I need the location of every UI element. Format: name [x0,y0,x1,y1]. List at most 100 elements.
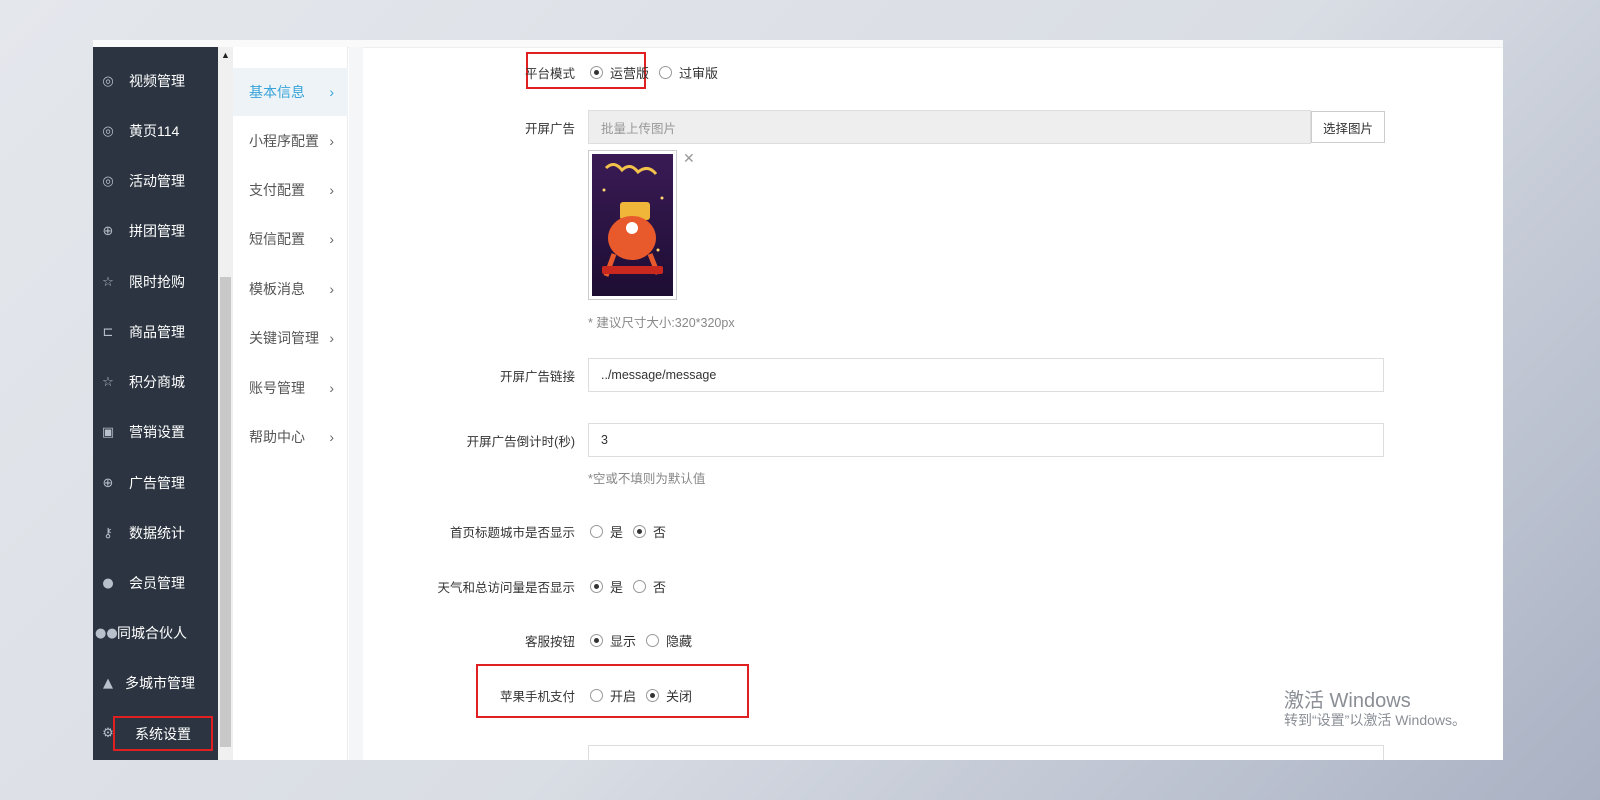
compass-icon: ◎ [102,73,114,89]
sidebar-item-label: 广告管理 [129,475,185,491]
settings-subnav: 基本信息 › 小程序配置 › 支付配置 › 短信配置 › 模板消息 › 关键词管… [233,47,348,760]
sidebar-item-label: 积分商城 [129,374,185,390]
radio-label-no: 否 [653,580,667,595]
content-gutter [349,47,363,760]
chevron-right-icon: › [329,231,334,247]
radio-label-operating: 运营版 [610,66,650,81]
subnav-item-label: 账号管理 [249,380,305,396]
subnav-item-label: 关键词管理 [249,330,319,346]
star-icon: ☆ [102,374,114,390]
sidebar-item-points-mall[interactable]: ☆ 积分商城 [93,358,218,406]
splash-link-label: 开屏广告链接 [499,370,575,384]
splash-countdown-input[interactable]: 3 [588,423,1384,457]
radio-weather-no[interactable] [633,580,647,593]
radio-service-hide[interactable] [646,634,660,647]
compass-icon: ◎ [102,173,114,189]
cart-icon: ⊏ [102,324,114,340]
sidebar-item-flash-sale[interactable]: ☆ 限时抢购 [93,258,218,306]
key-icon: ⚷ [103,525,113,541]
sidebar-item-products[interactable]: ⊏ 商品管理 [93,308,218,356]
radio-label-yes: 是 [610,525,624,540]
scroll-up-icon[interactable]: ▲ [221,50,230,60]
radio-apple-pay-on[interactable] [590,689,603,702]
users-icon: ●● [95,625,118,641]
compass-icon: ◎ [102,123,114,139]
scrollbar-thumb[interactable] [220,277,231,747]
remove-image-icon[interactable]: ✕ [683,150,695,167]
chevron-right-icon: › [329,133,334,149]
gift-icon: ▣ [101,424,115,440]
apple-pay-radio-group: 开启 关闭 [590,686,702,705]
sidebar-item-label: 拼团管理 [129,223,185,239]
sidebar-item-activities[interactable]: ◎ 活动管理 [93,157,218,205]
lifebuoy-icon: ⊕ [102,223,114,239]
sidebar-item-label: 系统设置 [113,715,213,751]
subnav-item-label: 短信配置 [249,231,305,247]
sidebar-item-system-settings[interactable]: ⚙ 系统设置 [93,709,218,757]
subnav-item-keywords[interactable]: 关键词管理 › [233,314,348,362]
splash-ad-label: 开屏广告 [524,122,575,136]
chevron-right-icon: › [329,281,334,297]
next-field-input[interactable] [588,745,1384,760]
splash-countdown-label: 开屏广告倒计时(秒) [466,435,575,449]
radio-apple-pay-off[interactable] [646,689,660,702]
subnav-item-label: 模板消息 [249,281,305,297]
subnav-item-sms[interactable]: 短信配置 › [233,215,348,263]
radio-city-title-yes[interactable] [590,525,603,538]
city-title-radio-group: 是 否 [590,522,676,541]
subnav-item-label: 基本信息 [249,84,305,100]
chevron-right-icon: › [329,380,334,396]
sidebar-item-video[interactable]: ◎ 视频管理 [93,57,218,105]
sidebar-item-multi-city[interactable]: ▲ 多城市管理 [93,659,218,707]
splash-link-input[interactable]: ../message/message [588,358,1384,392]
radio-city-title-no[interactable] [633,525,647,538]
sidebar-item-partners[interactable]: ●● 同城合伙人 [93,609,218,657]
sidebar-item-label: 多城市管理 [125,675,195,691]
radio-label-yes: 是 [610,580,624,595]
subnav-item-mini-program[interactable]: 小程序配置 › [233,117,348,165]
sidebar-item-yellow-pages[interactable]: ◎ 黄页114 [93,107,218,155]
subnav-item-template-msg[interactable]: 模板消息 › [233,265,348,313]
radio-weather-yes[interactable] [590,580,603,593]
platform-mode-radio-group: 运营版 过审版 [590,63,728,82]
radio-review[interactable] [659,66,673,79]
radio-operating[interactable] [590,66,603,79]
sidebar-item-statistics[interactable]: ⚷ 数据统计 [93,509,218,557]
radio-label-on: 开启 [610,689,637,704]
select-image-button[interactable]: 选择图片 [1311,111,1385,143]
sidebar-item-group-buy[interactable]: ⊕ 拼团管理 [93,207,218,255]
radio-label-hide: 隐藏 [666,634,693,649]
sidebar-item-label: 商品管理 [129,324,185,340]
splash-countdown-hint: *空或不填则为默认值 [588,472,706,486]
sidebar-item-label: 会员管理 [129,575,185,591]
weather-radio-group: 是 否 [590,577,676,596]
splash-ad-upload-field: 批量上传图片 [588,110,1311,144]
weather-label: 天气和总访问量是否显示 [437,581,575,595]
city-title-label: 首页标题城市是否显示 [449,526,575,540]
chevron-right-icon: › [329,429,334,445]
subnav-item-payment[interactable]: 支付配置 › [233,166,348,214]
sidebar-item-members[interactable]: ● 会员管理 [93,559,218,607]
chevron-right-icon: › [329,84,334,100]
subnav-item-accounts[interactable]: 账号管理 › [233,364,348,412]
subnav-item-help[interactable]: 帮助中心 › [233,413,348,461]
apple-pay-label: 苹果手机支付 [499,690,575,704]
sidebar-item-label: 黄页114 [129,123,180,139]
chevron-right-icon: › [329,330,334,346]
subnav-item-basic-info[interactable]: 基本信息 › [233,68,348,116]
graduation-cap-icon: ▲ [103,675,113,691]
splash-ad-size-hint: * 建议尺寸大小:320*320px [588,316,735,330]
subnav-item-label: 帮助中心 [249,429,305,445]
service-button-label: 客服按钮 [524,635,575,649]
user-icon: ● [102,575,114,591]
sidebar-item-label: 数据统计 [129,525,185,541]
sidebar-item-label: 限时抢购 [129,274,185,290]
sidebar-item-marketing[interactable]: ▣ 营销设置 [93,408,218,456]
sidebar-item-ads[interactable]: ⊕ 广告管理 [93,459,218,507]
subnav-item-label: 支付配置 [249,182,305,198]
app-window: ◎ 视频管理 ◎ 黄页114 ◎ 活动管理 ⊕ 拼团管理 ☆ 限时抢购 ⊏ 商品… [93,40,1503,760]
sidebar-item-label: 活动管理 [129,173,185,189]
sidebar-scrollbar[interactable]: ▲ [218,47,233,760]
radio-service-show[interactable] [590,634,603,647]
chevron-right-icon: › [329,182,334,198]
